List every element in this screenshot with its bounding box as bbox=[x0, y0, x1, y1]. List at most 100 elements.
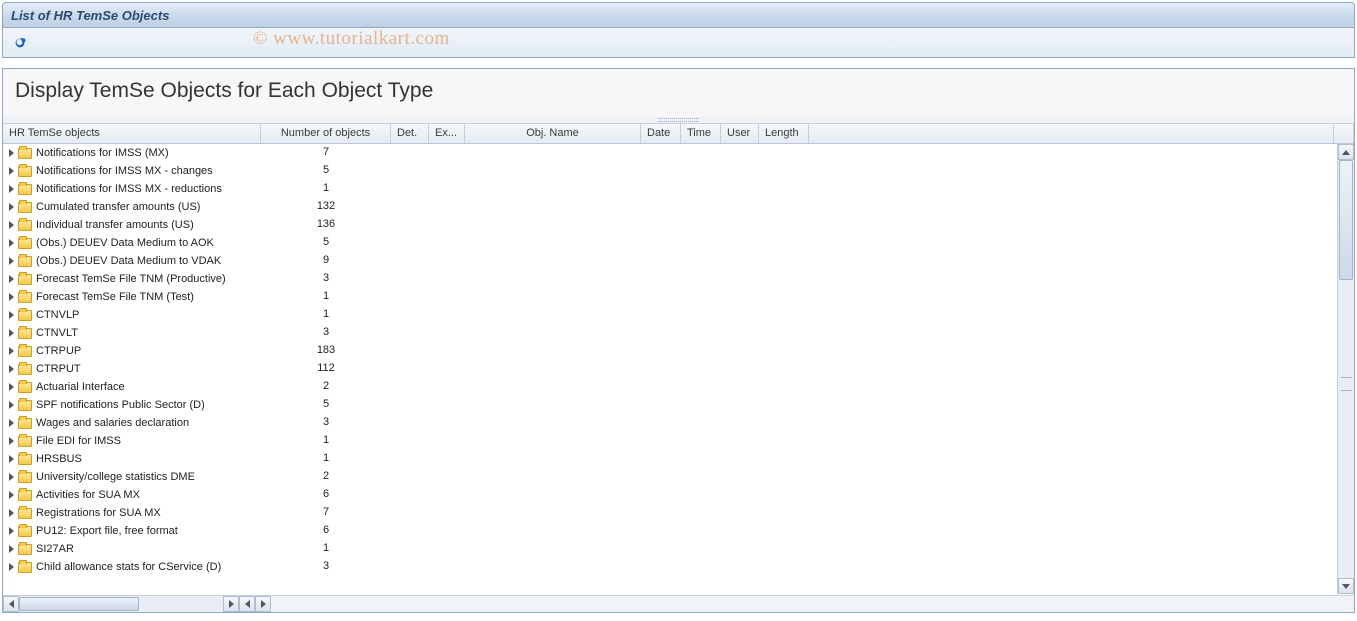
scroll-right-button[interactable] bbox=[223, 596, 239, 612]
table-row[interactable]: (Obs.) DEUEV Data Medium to VDAK9 bbox=[3, 252, 1354, 270]
expand-icon[interactable] bbox=[9, 167, 14, 175]
table-row[interactable]: CTNVLT3 bbox=[3, 324, 1354, 342]
folder-icon bbox=[18, 418, 32, 429]
tree-cell[interactable]: Cumulated transfer amounts (US) bbox=[3, 198, 261, 216]
expand-icon[interactable] bbox=[9, 275, 14, 283]
expand-icon[interactable] bbox=[9, 545, 14, 553]
expand-icon[interactable] bbox=[9, 293, 14, 301]
tree-cell[interactable]: SPF notifications Public Sector (D) bbox=[3, 396, 261, 414]
table-row[interactable]: University/college statistics DME2 bbox=[3, 468, 1354, 486]
table-row[interactable]: Wages and salaries declaration3 bbox=[3, 414, 1354, 432]
tree-cell[interactable]: Activities for SUA MX bbox=[3, 486, 261, 504]
col-header-tree[interactable]: HR TemSe objects bbox=[3, 124, 261, 143]
expand-icon[interactable] bbox=[9, 329, 14, 337]
tree-cell[interactable]: Wages and salaries declaration bbox=[3, 414, 261, 432]
expand-icon[interactable] bbox=[9, 455, 14, 463]
expand-icon[interactable] bbox=[9, 239, 14, 247]
expand-icon[interactable] bbox=[9, 203, 14, 211]
col-header-time[interactable]: Time bbox=[681, 124, 721, 143]
tree-cell[interactable]: Notifications for IMSS (MX) bbox=[3, 144, 261, 162]
table-row[interactable]: Activities for SUA MX6 bbox=[3, 486, 1354, 504]
tree-cell[interactable]: Registrations for SUA MX bbox=[3, 504, 261, 522]
expand-icon[interactable] bbox=[9, 509, 14, 517]
table-row[interactable]: Individual transfer amounts (US)136 bbox=[3, 216, 1354, 234]
tree-cell[interactable]: Child allowance stats for CService (D) bbox=[3, 558, 261, 576]
tree-cell[interactable]: University/college statistics DME bbox=[3, 468, 261, 486]
expand-icon[interactable] bbox=[9, 527, 14, 535]
table-row[interactable]: HRSBUS1 bbox=[3, 450, 1354, 468]
table-row[interactable]: CTNVLP1 bbox=[3, 306, 1354, 324]
col-header-objname[interactable]: Obj. Name bbox=[465, 124, 641, 143]
expand-icon[interactable] bbox=[9, 473, 14, 481]
scroll-up-button[interactable] bbox=[1338, 144, 1354, 160]
vscroll-track[interactable] bbox=[1338, 160, 1354, 578]
tree-cell[interactable]: SI27AR bbox=[3, 540, 261, 558]
table-row[interactable]: CTRPUP183 bbox=[3, 342, 1354, 360]
cell-number-of-objects: 132 bbox=[261, 198, 391, 216]
table-row[interactable]: Forecast TemSe File TNM (Test)1 bbox=[3, 288, 1354, 306]
expand-icon[interactable] bbox=[9, 437, 14, 445]
expand-icon[interactable] bbox=[9, 401, 14, 409]
table-row[interactable]: Registrations for SUA MX7 bbox=[3, 504, 1354, 522]
tree-cell[interactable]: (Obs.) DEUEV Data Medium to AOK bbox=[3, 234, 261, 252]
tree-cell[interactable]: (Obs.) DEUEV Data Medium to VDAK bbox=[3, 252, 261, 270]
tree-cell[interactable]: Notifications for IMSS MX - reductions bbox=[3, 180, 261, 198]
tree-cell[interactable]: CTNVLT bbox=[3, 324, 261, 342]
table-row[interactable]: File EDI for IMSS1 bbox=[3, 432, 1354, 450]
vscroll-thumb[interactable] bbox=[1339, 160, 1353, 280]
expand-icon[interactable] bbox=[9, 563, 14, 571]
expand-icon[interactable] bbox=[9, 365, 14, 373]
col-header-number[interactable]: Number of objects bbox=[261, 124, 391, 143]
tree-cell[interactable]: HRSBUS bbox=[3, 450, 261, 468]
col-header-ex[interactable]: Ex... bbox=[429, 124, 465, 143]
tree-cell[interactable]: CTRPUT bbox=[3, 360, 261, 378]
cell-number-of-objects: 1 bbox=[261, 288, 391, 306]
expand-icon[interactable] bbox=[9, 149, 14, 157]
table-row[interactable]: CTRPUT112 bbox=[3, 360, 1354, 378]
expand-icon[interactable] bbox=[9, 347, 14, 355]
tree-cell[interactable]: File EDI for IMSS bbox=[3, 432, 261, 450]
table-row[interactable]: Notifications for IMSS MX - changes5 bbox=[3, 162, 1354, 180]
col-header-date[interactable]: Date bbox=[641, 124, 681, 143]
tree-cell[interactable]: Forecast TemSe File TNM (Test) bbox=[3, 288, 261, 306]
table-row[interactable]: Cumulated transfer amounts (US)132 bbox=[3, 198, 1354, 216]
table-row[interactable]: SI27AR1 bbox=[3, 540, 1354, 558]
table-row[interactable]: Notifications for IMSS MX - reductions1 bbox=[3, 180, 1354, 198]
scroll-left-end-button[interactable] bbox=[239, 596, 255, 612]
expand-icon[interactable] bbox=[9, 383, 14, 391]
table-row[interactable]: Forecast TemSe File TNM (Productive)3 bbox=[3, 270, 1354, 288]
table-row[interactable]: SPF notifications Public Sector (D)5 bbox=[3, 396, 1354, 414]
col-header-user[interactable]: User bbox=[721, 124, 759, 143]
tree-cell[interactable]: Individual transfer amounts (US) bbox=[3, 216, 261, 234]
expand-icon[interactable] bbox=[9, 491, 14, 499]
scroll-right-end-button[interactable] bbox=[255, 596, 271, 612]
col-header-det[interactable]: Det. bbox=[391, 124, 429, 143]
horizontal-scrollbar[interactable] bbox=[3, 595, 271, 612]
folder-icon bbox=[18, 436, 32, 447]
expand-icon[interactable] bbox=[9, 185, 14, 193]
expand-icon[interactable] bbox=[9, 221, 14, 229]
tree-cell[interactable]: CTNVLP bbox=[3, 306, 261, 324]
table-row[interactable]: Actuarial Interface2 bbox=[3, 378, 1354, 396]
tree-cell[interactable]: PU12: Export file, free format bbox=[3, 522, 261, 540]
scroll-down-button[interactable] bbox=[1338, 578, 1354, 594]
expand-icon[interactable] bbox=[9, 257, 14, 265]
tree-cell[interactable]: Notifications for IMSS MX - changes bbox=[3, 162, 261, 180]
vertical-scrollbar[interactable] bbox=[1337, 144, 1354, 594]
table-row[interactable]: (Obs.) DEUEV Data Medium to AOK5 bbox=[3, 234, 1354, 252]
tree-cell[interactable]: Actuarial Interface bbox=[3, 378, 261, 396]
cell-number-of-objects: 2 bbox=[261, 378, 391, 396]
expand-icon[interactable] bbox=[9, 311, 14, 319]
col-header-length[interactable]: Length bbox=[759, 124, 809, 143]
expand-icon[interactable] bbox=[9, 419, 14, 427]
refresh-button[interactable] bbox=[9, 32, 31, 54]
table-row[interactable]: Notifications for IMSS (MX)7 bbox=[3, 144, 1354, 162]
tree-cell[interactable]: CTRPUP bbox=[3, 342, 261, 360]
table-row[interactable]: PU12: Export file, free format6 bbox=[3, 522, 1354, 540]
hscroll-track[interactable] bbox=[19, 596, 223, 612]
table-row[interactable]: Child allowance stats for CService (D)3 bbox=[3, 558, 1354, 576]
folder-icon bbox=[18, 292, 32, 303]
scroll-left-button[interactable] bbox=[3, 596, 19, 612]
hscroll-thumb[interactable] bbox=[19, 597, 139, 611]
tree-cell[interactable]: Forecast TemSe File TNM (Productive) bbox=[3, 270, 261, 288]
